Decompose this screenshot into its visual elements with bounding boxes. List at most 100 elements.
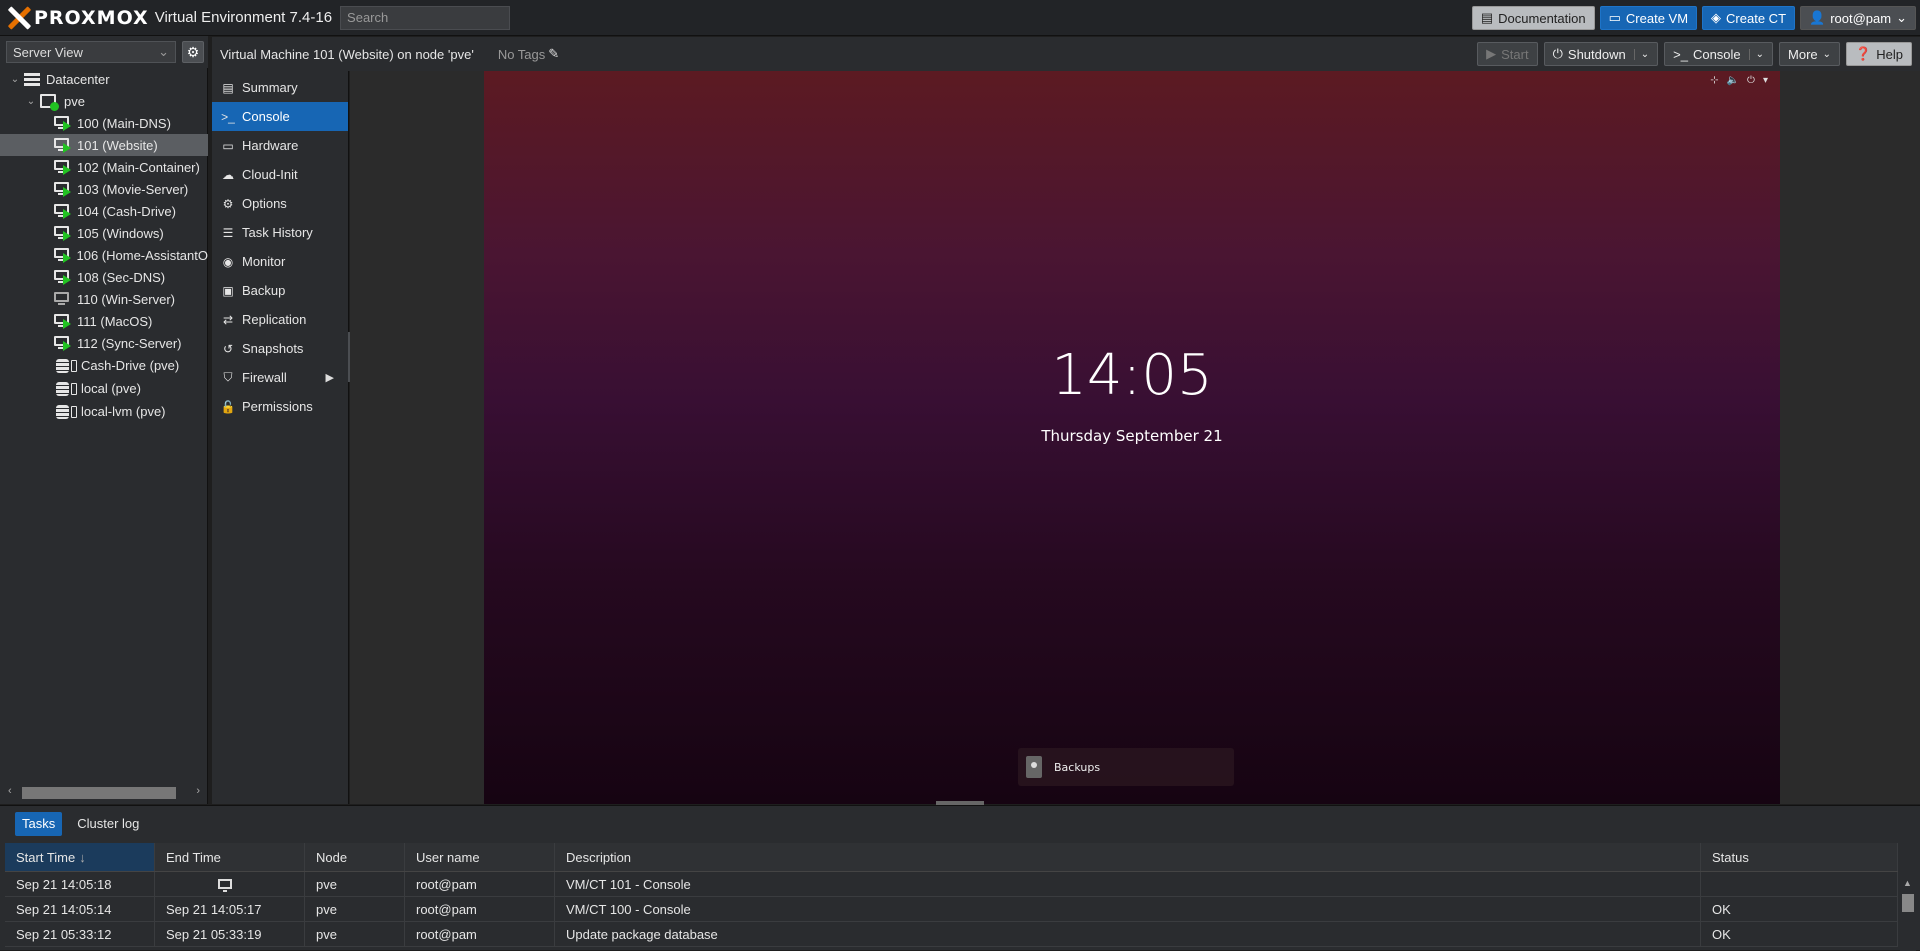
help-button[interactable]: ❓ Help [1846,42,1912,66]
table-row[interactable]: Sep 21 05:33:12 Sep 21 05:33:19 pve root@pa… [5,922,1898,947]
menu-item-hardware[interactable]: ▭ Hardware [212,131,348,160]
shutdown-button[interactable]: ⏻ Shutdown ⌄ [1543,42,1659,66]
scrollbar-thumb[interactable] [1902,894,1914,912]
tree-item-guest[interactable]: 112 (Sync-Server) [0,332,208,354]
chevron-down-icon[interactable]: ⌄ [1748,48,1764,60]
tree-toolbar: Server View ⌄ ⚙ [0,36,208,68]
column-header-status[interactable]: Status [1701,843,1898,871]
tree-item-guest[interactable]: 111 (MacOS) [0,310,208,332]
tree-item-guest[interactable]: 110 (Win-Server) [0,288,208,310]
tab-tasks[interactable]: Tasks [15,811,63,836]
tree-settings-button[interactable]: ⚙ [182,41,204,63]
table-cell-start: Sep 21 14:05:14 [5,897,155,921]
cell-text: Sep 21 14:05:18 [16,876,112,892]
scrollbar-thumb[interactable] [22,787,176,799]
table-cell-user: root@pam [405,872,555,896]
power-icon[interactable]: ⏻ [1747,75,1755,86]
task-table: Start Time ↓ End Time Node User name Des… [5,843,1898,947]
column-header-user[interactable]: User name [405,843,555,871]
menu-item-label: Permissions [242,399,313,414]
menu-item-permissions[interactable]: 🔓 Permissions [212,392,348,421]
tree-item-datacenter[interactable]: ⌄ Datacenter [0,68,208,90]
tree-item-storage[interactable]: Cash-Drive (pve) [0,354,208,377]
table-row[interactable]: Sep 21 14:05:14 Sep 21 14:05:17 pve root@pa… [5,897,1898,922]
menu-item-firewall[interactable]: ⛉ Firewall ▶ [212,363,348,392]
tags-editor[interactable]: No Tags ✎ [498,46,559,62]
volume-icon[interactable]: 🔈 [1727,75,1739,86]
table-row[interactable]: Sep 21 14:05:18 pve root@pam VM/CT 101 - Co… [5,872,1898,897]
scroll-up-icon[interactable]: ▲ [1903,878,1912,888]
view-selector[interactable]: Server View ⌄ [6,41,176,63]
user-menu-button[interactable]: 👤 root@pam ⌄ [1800,6,1916,30]
column-header-start-time[interactable]: Start Time ↓ [5,843,155,871]
column-label: User name [416,849,480,865]
database-icon [56,381,69,396]
column-label: Status [1712,849,1749,865]
cell-text: Sep 21 05:33:19 [166,926,262,942]
create-ct-label: Create CT [1726,10,1787,26]
vm-running-icon [54,204,72,219]
network-icon[interactable]: ⊹ [1710,75,1718,86]
tree-item-guest[interactable]: 106 (Home-AssistantO [0,244,208,266]
tree-item-storage[interactable]: local (pve) [0,377,208,400]
create-ct-button[interactable]: ◈ Create CT [1702,6,1796,30]
chevron-down-icon[interactable]: ⌄ [1633,48,1649,60]
cell-text: OK [1712,926,1731,942]
cell-text: VM/CT 100 - Console [566,901,691,917]
menu-item-cloud-init[interactable]: ☁ Cloud-Init [212,160,348,189]
vm-stopped-icon [54,292,72,306]
menu-item-replication[interactable]: ⇄ Replication [212,305,348,334]
caret-down-icon[interactable]: ▾ [1763,75,1768,86]
terminal-icon: >_ [221,109,235,124]
menu-item-snapshots[interactable]: ↺ Snapshots [212,334,348,363]
table-cell-start: Sep 21 05:33:12 [5,922,155,946]
menu-item-options[interactable]: ⚙ Options [212,189,348,218]
tree-item-guest[interactable]: 100 (Main-DNS) [0,112,208,134]
notification-backups[interactable]: Backups [1018,748,1234,786]
vm-running-icon [54,314,72,329]
resource-tree-panel: Server View ⌄ ⚙ ⌄ Datacenter ⌄ pve 100 (… [0,36,208,804]
tree-horizontal-scrollbar[interactable]: ‹ › [4,784,204,800]
menu-item-task-history[interactable]: ☰ Task History [212,218,348,247]
storage-disk-icon [71,382,77,395]
tree-item-guest[interactable]: 108 (Sec-DNS) [0,266,208,288]
collapse-arrow-icon[interactable]: ⌄ [26,96,36,107]
shield-icon: ⛉ [223,370,233,384]
power-icon: ⏻ [1552,46,1563,61]
column-header-node[interactable]: Node [305,843,405,871]
proxmox-logo[interactable]: PROXMOX Virtual Environment 7.4-16 [6,0,332,36]
tree-item-guest[interactable]: 102 (Main-Container) [0,156,208,178]
vm-console-screen[interactable]: ⊹ 🔈 ⏻ ▾ 14:05 Thursday September 21 Back… [484,71,1780,804]
tree-item-guest[interactable]: 105 (Windows) [0,222,208,244]
documentation-button[interactable]: ▤ Documentation [1471,6,1595,30]
log-vertical-scrollbar[interactable]: ▲ [1900,876,1916,951]
column-label: Node [316,849,348,865]
tree-item-guest[interactable]: 104 (Cash-Drive) [0,200,208,222]
start-button[interactable]: ▶ Start [1477,42,1538,66]
table-cell-status: OK [1701,897,1898,921]
tree-item-label: Cash-Drive (pve) [81,358,180,373]
menu-item-backup[interactable]: ▣ Backup [212,276,348,305]
scroll-right-icon[interactable]: › [196,785,200,797]
menu-item-monitor[interactable]: ◉ Monitor [212,247,348,276]
tree-item-node-pve[interactable]: ⌄ pve [0,90,208,112]
vm-running-icon [54,270,72,285]
pencil-icon[interactable]: ✎ [548,46,559,62]
more-button[interactable]: More ⌄ [1779,42,1841,66]
tree-item-guest[interactable]: 101 (Website) [0,134,208,156]
collapse-arrow-icon[interactable]: ⌄ [10,74,20,85]
menu-item-label: Hardware [242,138,299,153]
column-header-description[interactable]: Description [555,843,1701,871]
tab-cluster-log[interactable]: Cluster log [70,812,146,836]
menu-item-console[interactable]: >_ Console [212,102,348,131]
scroll-left-icon[interactable]: ‹ [8,785,12,797]
console-button[interactable]: >_ Console ⌄ [1664,42,1774,66]
tree-item-guest[interactable]: 103 (Movie-Server) [0,178,208,200]
column-header-end-time[interactable]: End Time [155,843,305,871]
create-vm-button[interactable]: ▭ Create VM [1599,6,1698,30]
chevron-down-icon: ⌄ [1822,48,1832,60]
table-cell-user: root@pam [405,897,555,921]
tree-item-storage[interactable]: local-lvm (pve) [0,400,208,423]
search-input[interactable] [340,5,511,30]
menu-item-summary[interactable]: ▤ Summary [212,73,348,102]
